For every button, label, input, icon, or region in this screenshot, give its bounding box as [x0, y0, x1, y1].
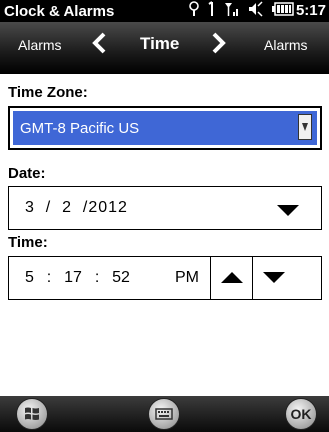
nav-current-title: Time	[140, 34, 180, 53]
arrow-down-icon	[262, 272, 285, 283]
keyboard-icon	[155, 408, 173, 420]
bluetooth-icon[interactable]	[208, 0, 216, 22]
time-label: Time:	[8, 234, 48, 251]
start-button[interactable]	[16, 398, 48, 430]
time-ampm[interactable]: PM	[175, 269, 199, 287]
chevron-left-icon[interactable]	[91, 32, 107, 59]
time-zone-value: GMT-8 Pacific US	[20, 120, 140, 137]
app-title: Clock & Alarms	[4, 2, 115, 20]
nav-next-label[interactable]: Alarms	[264, 37, 308, 53]
windows-logo-icon	[25, 407, 39, 420]
status-clock[interactable]: 5:17	[296, 2, 326, 19]
status-bar: Clock & Alarms 5:17	[0, 0, 329, 22]
dropdown-icon[interactable]	[298, 114, 312, 140]
chevron-right-icon[interactable]	[211, 32, 227, 59]
nav-bar: Alarms Time Alarms	[0, 22, 329, 74]
battery-icon[interactable]	[272, 1, 294, 21]
date-label: Date:	[8, 165, 46, 182]
volume-icon[interactable]	[248, 0, 264, 22]
arrow-up-icon	[220, 272, 243, 283]
nav-prev-label[interactable]: Alarms	[18, 37, 62, 53]
date-picker[interactable]: 3 / 2 /2012	[8, 186, 322, 230]
keyboard-button[interactable]	[148, 398, 180, 430]
connectivity-icon[interactable]	[188, 0, 200, 22]
chevron-down-icon[interactable]	[277, 204, 299, 222]
status-icons	[188, 0, 302, 22]
time-increment-button[interactable]	[210, 256, 252, 300]
time-decrement-button[interactable]	[252, 256, 294, 300]
signal-icon[interactable]	[224, 1, 240, 22]
softkey-bar: OK	[0, 396, 329, 432]
date-value[interactable]: 3 / 2 /2012	[25, 199, 128, 217]
time-picker[interactable]: 5 : 17 : 52 PM	[8, 256, 322, 300]
ok-button[interactable]: OK	[285, 398, 317, 430]
time-zone-select[interactable]: GMT-8 Pacific US	[8, 106, 322, 150]
time-zone-label: Time Zone:	[8, 84, 88, 101]
time-value[interactable]: 5 : 17 : 52	[25, 269, 130, 287]
